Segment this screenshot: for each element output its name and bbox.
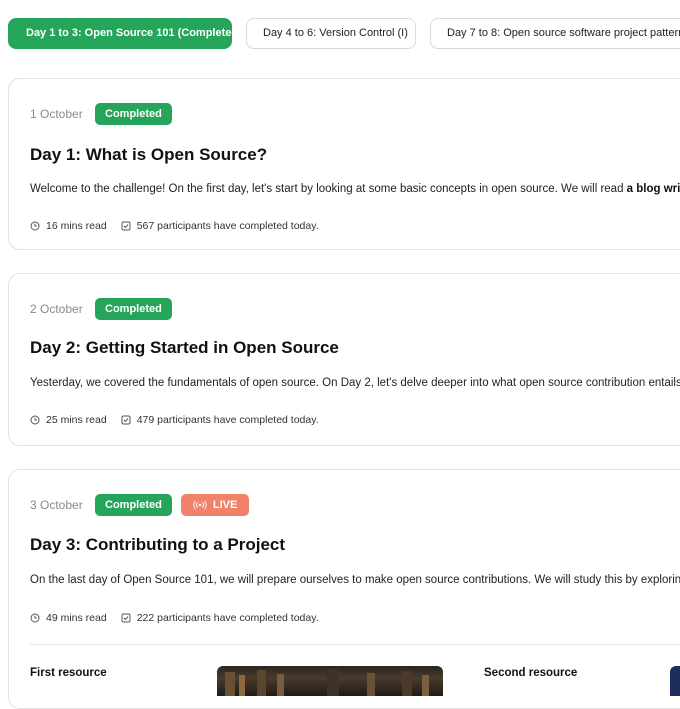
read-time: 49 mins read [46, 612, 107, 624]
second-resource-label: Second resource [484, 667, 578, 679]
card-meta: 1 October Completed [30, 103, 172, 125]
card-stats: 49 mins read 222 participants have compl… [30, 612, 319, 624]
status-badge: Completed [95, 494, 172, 516]
clock-icon [30, 221, 40, 231]
day-card-2[interactable]: 2 October Completed Day 2: Getting Start… [8, 273, 680, 446]
status-badge: Completed [95, 103, 172, 125]
card-title[interactable]: Day 2: Getting Started in Open Source [30, 338, 339, 358]
participants-count: 479 participants have completed today. [136, 414, 319, 426]
live-label: LIVE [212, 499, 238, 511]
card-divider [30, 644, 680, 645]
clock-icon [30, 613, 40, 623]
first-resource-label: First resource [30, 667, 107, 679]
tab-version-control[interactable]: Day 4 to 6: Version Control (I) [246, 18, 416, 49]
card-meta: 2 October Completed [30, 298, 172, 320]
card-description: On the last day of Open Source 101, we w… [30, 574, 680, 586]
description-text: Welcome to the challenge! On the first d… [30, 183, 627, 195]
card-date: 3 October [30, 498, 83, 512]
status-badge: Completed [95, 298, 172, 320]
live-badge: LIVE [180, 494, 250, 516]
card-date: 2 October [30, 302, 83, 316]
read-time: 16 mins read [46, 220, 107, 232]
card-title[interactable]: Day 3: Contributing to a Project [30, 535, 285, 555]
tab-project-pattern[interactable]: Day 7 to 8: Open source software project… [430, 18, 680, 49]
card-description: Yesterday, we covered the fundamentals o… [30, 377, 680, 389]
card-meta: 3 October Completed LIVE [30, 494, 250, 516]
card-date: 1 October [30, 107, 83, 121]
day-range-tabs: Day 1 to 3: Open Source 101 (Completed) … [8, 18, 680, 49]
card-title[interactable]: Day 1: What is Open Source? [30, 145, 267, 165]
card-stats: 25 mins read 479 participants have compl… [30, 414, 319, 426]
participants-count: 222 participants have completed today. [136, 612, 319, 624]
bookshelf-image [225, 669, 429, 696]
day-card-3[interactable]: 3 October Completed LIVE Day 3: Contribu… [8, 469, 680, 709]
tab-open-source-101[interactable]: Day 1 to 3: Open Source 101 (Completed) [8, 18, 242, 49]
read-time: 25 mins read [46, 414, 107, 426]
day-card-1[interactable]: 1 October Completed Day 1: What is Open … [8, 78, 680, 250]
card-stats: 16 mins read 567 participants have compl… [30, 220, 319, 232]
checkbox-icon [121, 613, 131, 623]
checkbox-icon [121, 221, 131, 231]
clock-icon [30, 415, 40, 425]
blog-link[interactable]: a blog wri [627, 183, 680, 195]
second-resource-thumbnail[interactable] [670, 666, 680, 696]
broadcast-icon [193, 500, 207, 510]
first-resource-thumbnail[interactable] [217, 666, 443, 696]
checkbox-icon [121, 415, 131, 425]
card-description: Welcome to the challenge! On the first d… [30, 183, 680, 195]
participants-count: 567 participants have completed today. [136, 220, 319, 232]
